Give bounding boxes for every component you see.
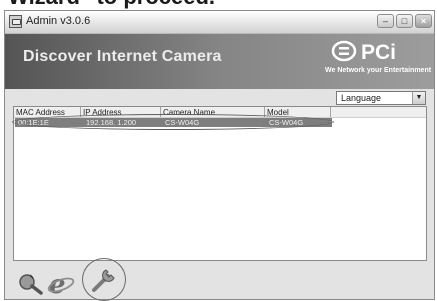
- language-selected: Language: [341, 93, 382, 103]
- column-ip-address[interactable]: IP Address: [81, 107, 161, 117]
- admin-window: Admin v3.0.6 – □ × Discover Internet Cam…: [4, 10, 435, 301]
- search-icon[interactable]: [18, 272, 44, 296]
- close-button[interactable]: ×: [415, 14, 432, 28]
- maximize-button[interactable]: □: [396, 14, 413, 28]
- cell-camera-name: CS-W04G: [165, 118, 200, 127]
- app-icon: [9, 15, 22, 28]
- cell-mac: 00:1E:1E: [18, 118, 49, 127]
- camera-list[interactable]: MAC Address IP Address Camera Name Model…: [12, 106, 427, 261]
- column-model[interactable]: Model: [265, 107, 331, 117]
- cell-model: CS-W04G: [269, 118, 304, 127]
- window-title: Admin v3.0.6: [26, 15, 91, 27]
- content-area: Language ▼ MAC Address IP Address Camera…: [5, 89, 434, 301]
- language-dropdown[interactable]: Language ▼: [336, 91, 426, 105]
- instruction-caption: Wizard" to proceed.: [8, 0, 215, 10]
- cell-ip: 192.168. 1.200: [86, 118, 137, 127]
- column-camera-name[interactable]: Camera Name: [161, 107, 265, 117]
- app-header: Discover Internet Camera PCi We Network …: [5, 34, 434, 89]
- title-bar[interactable]: Admin v3.0.6 – □ ×: [5, 11, 434, 34]
- tagline: We Network your Entertainment: [325, 67, 432, 74]
- logo-text: PCi: [361, 41, 396, 62]
- column-mac-address[interactable]: MAC Address: [14, 107, 81, 117]
- list-header: MAC Address IP Address Camera Name Model: [14, 107, 426, 118]
- internet-explorer-icon[interactable]: e: [47, 270, 75, 298]
- minimize-button[interactable]: –: [377, 14, 394, 28]
- table-row[interactable]: 00:1E:1E 192.168. 1.200 CS-W04G CS-W04G: [15, 118, 332, 127]
- wizard-highlight-circle: [82, 258, 126, 301]
- page-title: Discover Internet Camera: [23, 48, 222, 65]
- chevron-down-icon[interactable]: ▼: [412, 92, 425, 104]
- pci-logo: PCi: [331, 40, 396, 62]
